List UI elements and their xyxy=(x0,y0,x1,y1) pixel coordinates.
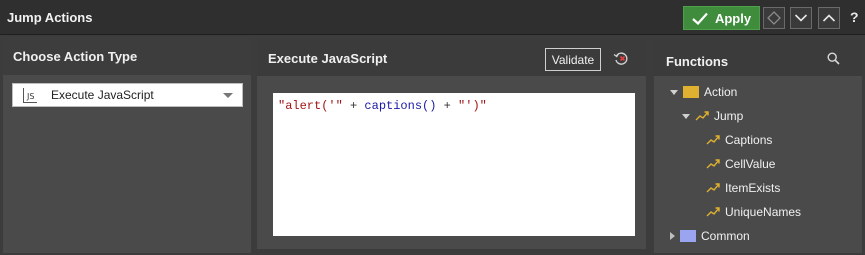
tree-node-jump[interactable]: Jump xyxy=(682,106,743,126)
js-icon: JS xyxy=(23,88,37,103)
execute-javascript-title: Execute JavaScript xyxy=(268,51,388,66)
action-type-select[interactable]: JS Execute JavaScript xyxy=(12,83,243,107)
code-string-open: "alert('" xyxy=(278,99,343,113)
trend-icon xyxy=(695,111,709,121)
tree-label-action: Action xyxy=(704,85,738,99)
search-icon[interactable] xyxy=(827,52,840,65)
tree-label-common: Common xyxy=(701,229,750,243)
execute-javascript-header: Execute JavaScript Validate xyxy=(257,40,646,76)
trend-icon xyxy=(706,159,720,169)
trend-icon xyxy=(706,135,720,145)
move-down-button[interactable] xyxy=(790,7,812,29)
code-editor[interactable]: "alert('" + captions() + "')" xyxy=(273,93,635,236)
expanded-caret-icon[interactable] xyxy=(682,113,690,119)
help-button[interactable]: ? xyxy=(850,9,859,25)
window-title: Jump Actions xyxy=(7,10,93,25)
choose-action-panel: Choose Action Type JS Execute JavaScript xyxy=(3,37,251,253)
expanded-caret-icon[interactable] xyxy=(670,89,678,95)
code-function-call: captions() xyxy=(364,99,437,113)
code-string-close: "')" xyxy=(458,99,487,113)
tree-label-cellvalue: CellValue xyxy=(725,157,776,171)
functions-title: Functions xyxy=(666,54,729,69)
trend-icon xyxy=(706,183,720,193)
folder-icon xyxy=(683,86,699,98)
choose-action-header: Choose Action Type xyxy=(3,37,251,75)
clear-history-icon[interactable] xyxy=(613,51,631,67)
validate-button[interactable]: Validate xyxy=(545,48,601,71)
chevron-up-icon xyxy=(822,14,836,22)
tree-node-common[interactable]: Common xyxy=(670,226,750,246)
action-type-value: Execute JavaScript xyxy=(51,88,154,102)
chevron-down-icon xyxy=(223,93,233,98)
code-operator: + xyxy=(436,99,459,113)
tree-label-captions: Captions xyxy=(725,133,773,147)
collapsed-caret-icon[interactable] xyxy=(670,232,675,240)
tree-node-itemexists[interactable]: ItemExists xyxy=(706,178,780,198)
chevron-down-icon xyxy=(794,14,808,22)
move-up-button[interactable] xyxy=(818,7,840,29)
choose-action-title: Choose Action Type xyxy=(13,49,138,64)
tree-node-action[interactable]: Action xyxy=(670,82,737,102)
functions-header: Functions xyxy=(654,40,862,76)
folder-icon xyxy=(680,230,696,242)
title-bar: Jump Actions Apply ? xyxy=(0,0,865,35)
diamond-button[interactable] xyxy=(763,7,785,29)
apply-button[interactable]: Apply xyxy=(683,6,760,30)
tree-label-uniquenames: UniqueNames xyxy=(725,205,802,219)
checkmark-icon xyxy=(692,12,708,25)
code-operator: + xyxy=(342,99,365,113)
execute-javascript-panel: Execute JavaScript Validate "alert('" + … xyxy=(257,40,646,249)
tree-node-captions[interactable]: Captions xyxy=(706,130,772,150)
trend-icon xyxy=(706,207,720,217)
diamond-icon xyxy=(767,11,781,25)
tree-node-uniquenames[interactable]: UniqueNames xyxy=(706,202,801,222)
tree-label-jump: Jump xyxy=(714,109,744,123)
functions-panel: Functions Action Jump Captions CellValue xyxy=(654,40,862,253)
tree-label-itemexists: ItemExists xyxy=(725,181,781,195)
apply-label: Apply xyxy=(714,10,752,26)
tree-node-cellvalue[interactable]: CellValue xyxy=(706,154,775,174)
